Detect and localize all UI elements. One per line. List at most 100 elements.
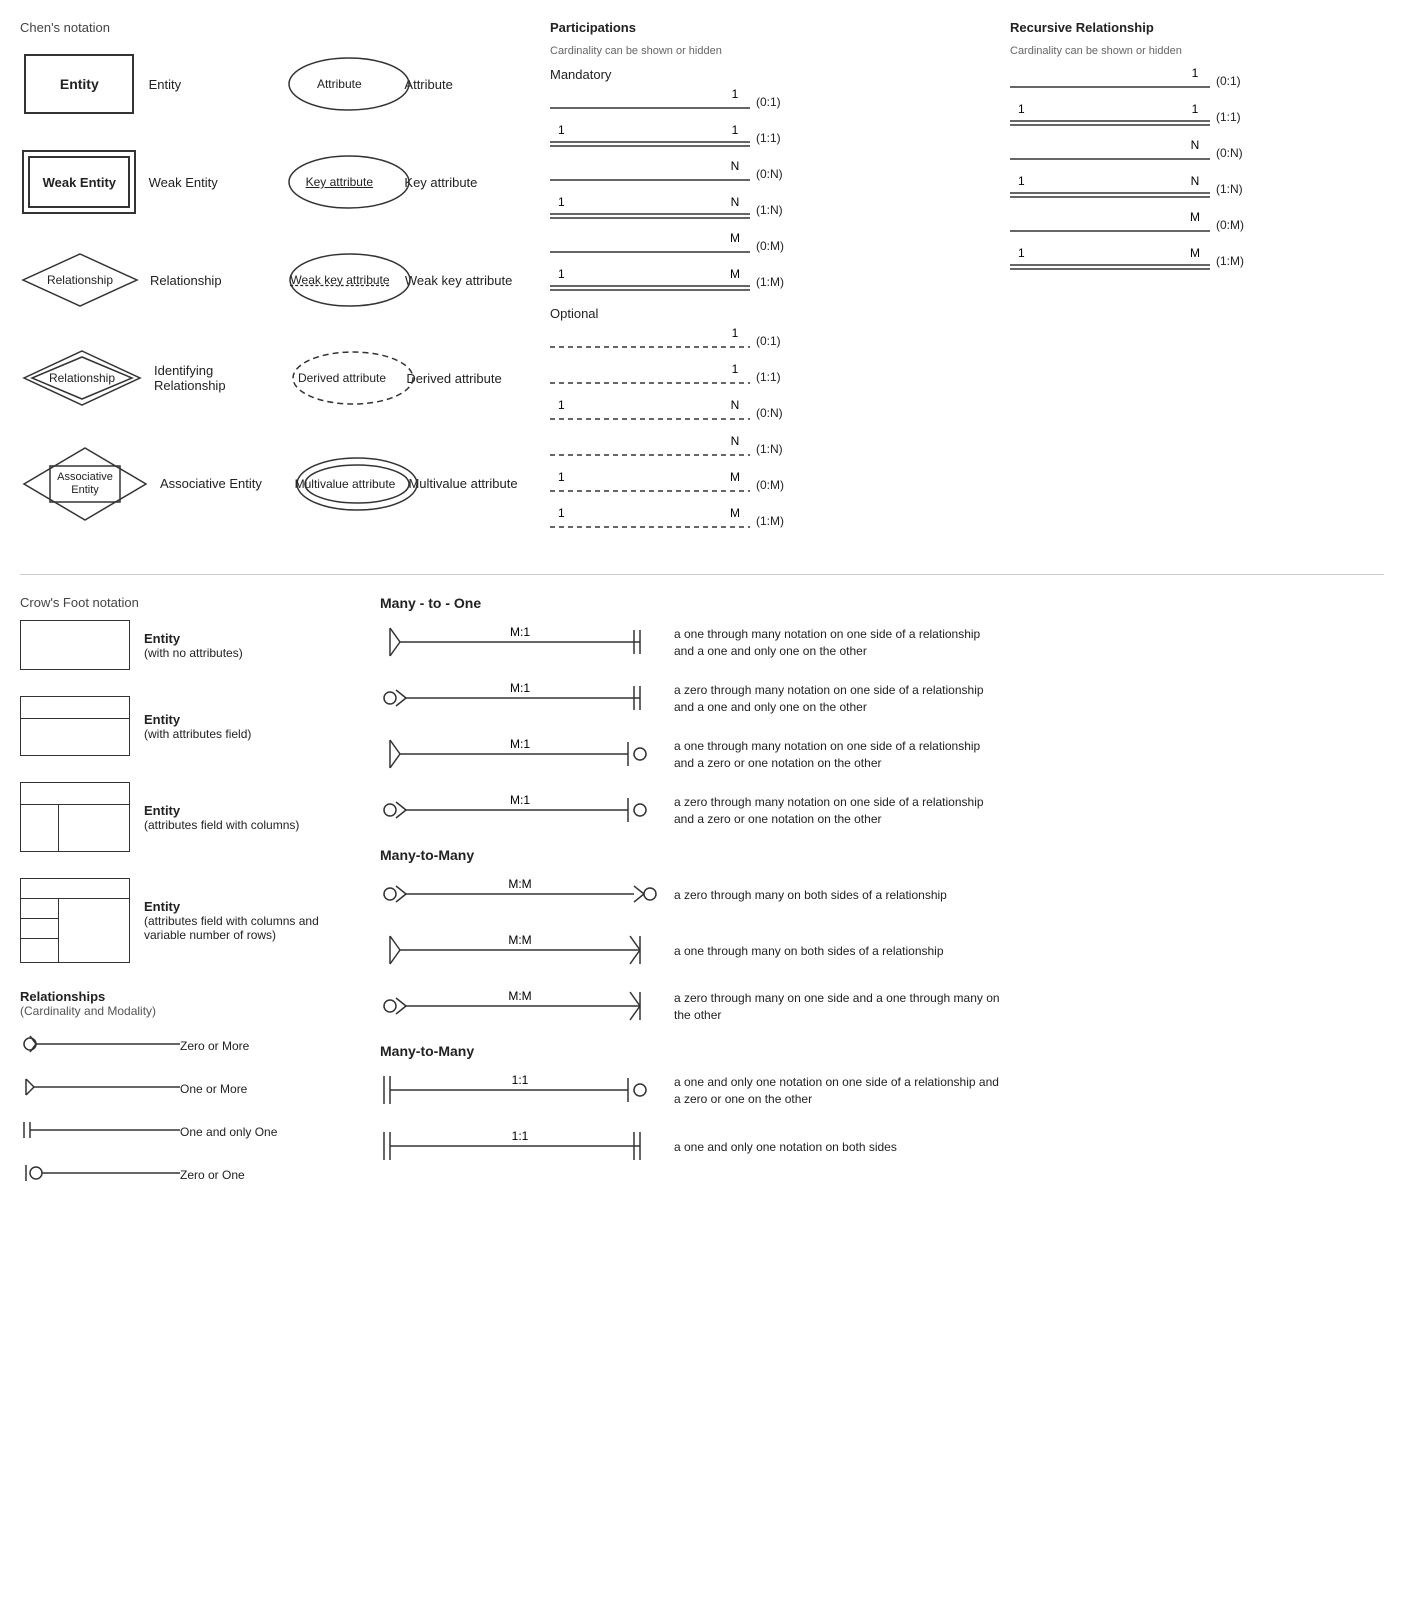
crows-entity-rows-row: Entity (attributes field with columns an… bbox=[20, 878, 350, 963]
rec-card-1N: (1:N) bbox=[1210, 182, 1260, 196]
multivalue-attribute-symbol: Multivalue attribute bbox=[292, 454, 399, 514]
diamond-text: Relationship bbox=[20, 273, 140, 287]
crows-rows-entity-box bbox=[20, 878, 130, 963]
rows-entity-header bbox=[21, 879, 129, 899]
crows-left: Crow's Foot notation Entity (with no att… bbox=[20, 595, 350, 1204]
part-mandatory-line-1N: 1 N bbox=[550, 196, 750, 224]
svg-text:1: 1 bbox=[732, 123, 739, 137]
attr-entity-body bbox=[21, 719, 129, 755]
part-optional-row-0N: 1 N (0:N) bbox=[550, 399, 1000, 427]
part-card-01: (0:1) bbox=[750, 95, 800, 109]
crows-cols-entity-box bbox=[20, 782, 130, 852]
identifying-diamond-text: Relationship bbox=[20, 371, 144, 385]
crows-simple-entity-box bbox=[20, 620, 130, 670]
attribute-symbol: Attribute bbox=[284, 54, 394, 114]
crows-m1-line-1: M:1 bbox=[380, 624, 660, 663]
crows-mm-desc-1: a zero through many on both sides of a r… bbox=[660, 887, 947, 904]
rec-row-1M: 1 M (1:M) bbox=[1010, 247, 1340, 275]
crows-entity-simple-row: Entity (with no attributes) bbox=[20, 620, 350, 670]
part-mandatory-line-01: 1 bbox=[550, 88, 750, 116]
rec-card-1M: (1:M) bbox=[1210, 254, 1260, 268]
rec-line-1N: 1 N bbox=[1010, 175, 1210, 203]
rec-row-0M: M (0:M) bbox=[1010, 211, 1340, 239]
svg-text:1: 1 bbox=[558, 506, 565, 520]
svg-text:N: N bbox=[731, 398, 740, 412]
rec-card-11: (1:1) bbox=[1210, 110, 1260, 124]
crows-11-line-1: 1:1 bbox=[380, 1072, 660, 1111]
chens-identifying-row: Relationship Identifying Relationship De… bbox=[20, 343, 540, 413]
derived-attribute-symbol: Derived attribute bbox=[288, 348, 397, 408]
crows-m1-desc-2: a zero through many notation on one side… bbox=[660, 682, 1000, 716]
svg-text:M:M: M:M bbox=[508, 877, 531, 891]
attr-entity-header bbox=[21, 697, 129, 719]
svg-text:M:1: M:1 bbox=[510, 625, 530, 639]
crows-section-title: Crow's Foot notation bbox=[20, 595, 350, 610]
relationship-symbol: Relationship bbox=[20, 251, 140, 309]
rec-line-11: 1 1 bbox=[1010, 103, 1210, 131]
part-card-1M: (1:M) bbox=[750, 275, 800, 289]
crows-entity-cols-row: Entity (attributes field with columns) bbox=[20, 782, 350, 852]
svg-text:1: 1 bbox=[732, 326, 739, 340]
svg-text:N: N bbox=[731, 159, 740, 173]
crows-mm-row-3: M:M a zero through many on one side and … bbox=[380, 987, 1384, 1027]
part-card-11: (1:1) bbox=[750, 131, 800, 145]
crows-cols-entity-label: Entity (attributes field with columns) bbox=[144, 803, 299, 832]
crows-attr-entity-label: Entity (with attributes field) bbox=[144, 712, 251, 741]
svg-text:1: 1 bbox=[1192, 66, 1199, 80]
one-more-label: One or More bbox=[180, 1082, 247, 1096]
svg-text:1: 1 bbox=[558, 267, 565, 281]
part-optional-line-11: 1 bbox=[550, 363, 750, 391]
svg-text:1:1: 1:1 bbox=[512, 1073, 529, 1087]
entity-label: Entity bbox=[139, 77, 285, 92]
crows-m1-row-4: M:1 a zero through many notation on one … bbox=[380, 791, 1384, 831]
svg-text:M: M bbox=[730, 267, 740, 281]
crows-11-row-2: 1:1 a one and only one notation on both … bbox=[380, 1127, 1384, 1167]
crows-mm-desc-2: a one through many on both sides of a re… bbox=[660, 943, 944, 960]
part-mandatory-row-1M: 1 M (1:M) bbox=[550, 268, 1000, 296]
zero-one-symbol bbox=[20, 1161, 180, 1188]
svg-text:1: 1 bbox=[1018, 174, 1025, 188]
many-to-one-title: Many - to - One bbox=[380, 595, 1384, 611]
svg-text:1: 1 bbox=[1018, 102, 1025, 116]
associative-entity-symbol: AssociativeEntity bbox=[20, 444, 150, 524]
one-only-label: One and only One bbox=[180, 1125, 277, 1139]
chens-entity-row: Entity Entity Attribute Attribute bbox=[20, 49, 540, 119]
weak-key-attribute-symbol: Weak key attribute bbox=[285, 250, 395, 310]
cols-entity-right-col bbox=[59, 805, 129, 851]
svg-text:1: 1 bbox=[558, 470, 565, 484]
rec-card-0N: (0:N) bbox=[1210, 146, 1260, 160]
part-opt-card-01: (0:1) bbox=[750, 334, 800, 348]
participations-subtitle: Cardinality can be shown or hidden bbox=[550, 45, 1000, 57]
rows-entity-col-left bbox=[21, 899, 59, 962]
cols-entity-left-col bbox=[21, 805, 59, 851]
part-mandatory-row-1N: 1 N (1:N) bbox=[550, 196, 1000, 224]
attr-entity-shape bbox=[20, 696, 130, 756]
zero-more-label: Zero or More bbox=[180, 1039, 249, 1053]
crows-m1-row-1: M:1 a one through many notation on one s… bbox=[380, 623, 1384, 663]
crows-relationships-subtitle: (Cardinality and Modality) bbox=[20, 1004, 350, 1018]
part-optional-row-1N: N (1:N) bbox=[550, 435, 1000, 463]
part-mandatory-row-0N: N (0:N) bbox=[550, 160, 1000, 188]
part-opt-card-0N: (0:N) bbox=[750, 406, 800, 420]
rec-line-0M: M bbox=[1010, 211, 1210, 239]
entity-box: Entity bbox=[24, 54, 134, 114]
svg-text:N: N bbox=[1191, 138, 1200, 152]
derived-attribute-label: Derived attribute bbox=[396, 371, 540, 386]
rec-row-0N: N (0:N) bbox=[1010, 139, 1340, 167]
attribute-label: Attribute bbox=[394, 77, 540, 92]
svg-text:M:M: M:M bbox=[508, 933, 531, 947]
rec-line-01: 1 bbox=[1010, 67, 1210, 95]
crows-relationships-title: Relationships bbox=[20, 989, 350, 1004]
crows-mm-line-2: M:M bbox=[380, 932, 660, 971]
derived-attribute-text: Derived attribute bbox=[288, 371, 397, 385]
rows-entity-shape bbox=[20, 878, 130, 963]
part-mandatory-line-1M: 1 M bbox=[550, 268, 750, 296]
associative-entity-label: Associative Entity bbox=[150, 476, 292, 491]
svg-text:M: M bbox=[1190, 210, 1200, 224]
many-to-many2-title: Many-to-Many bbox=[380, 1043, 1384, 1059]
key-attribute-symbol-text: Key attribute bbox=[284, 175, 394, 189]
svg-text:1: 1 bbox=[1192, 102, 1199, 116]
crows-diagrams: Many - to - One M:1 a one throu bbox=[380, 595, 1384, 1204]
part-opt-card-1N: (1:N) bbox=[750, 442, 800, 456]
crows-mm-desc-3: a zero through many on one side and a on… bbox=[660, 990, 1000, 1024]
